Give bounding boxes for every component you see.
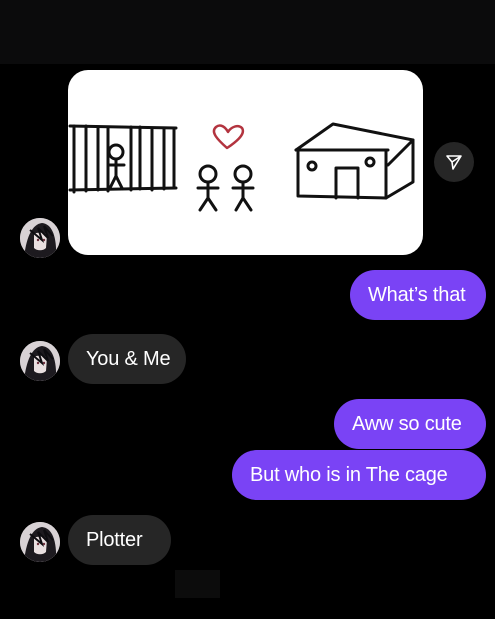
contact-avatar[interactable] <box>20 341 60 381</box>
incoming-message[interactable]: You & Me <box>68 334 186 384</box>
contact-avatar[interactable] <box>20 218 60 258</box>
contact-avatar[interactable] <box>20 522 60 562</box>
share-icon <box>446 155 462 170</box>
outgoing-message[interactable]: Aww so cute <box>334 399 486 449</box>
composer-fragment <box>175 570 220 598</box>
avatar-icon <box>20 341 60 381</box>
header-bar <box>0 0 495 64</box>
incoming-message[interactable]: Plotter <box>68 515 171 565</box>
shared-image-message[interactable] <box>68 70 423 255</box>
avatar-icon <box>20 218 60 258</box>
drawing-image <box>68 122 415 212</box>
share-button[interactable] <box>434 142 474 182</box>
avatar-icon <box>20 522 60 562</box>
outgoing-message[interactable]: But who is in The cage <box>232 450 486 500</box>
outgoing-message[interactable]: What’s that <box>350 270 486 320</box>
